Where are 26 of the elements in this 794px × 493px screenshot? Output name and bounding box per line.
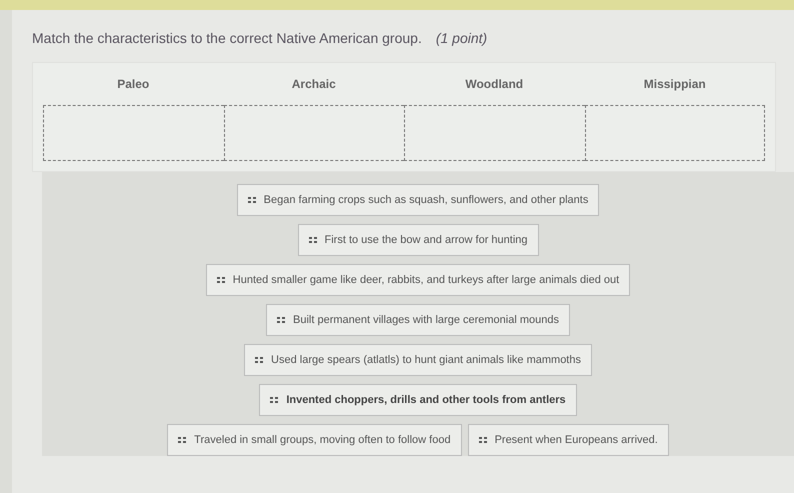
drag-handle-icon — [270, 397, 278, 403]
drag-handle-icon — [178, 437, 186, 443]
drop-zone[interactable] — [224, 105, 404, 161]
drag-handle-icon — [216, 277, 225, 283]
draggable-card[interactable]: Invented choppers, drills and other tools from antlers — [259, 384, 577, 416]
drop-zone[interactable] — [584, 105, 765, 161]
group-heading: Archaic — [290, 77, 337, 91]
drag-handle-icon — [255, 357, 264, 363]
question-text: Match the characteristics to the correct Native American group. — [32, 30, 422, 46]
draggable-card[interactable]: First to use the bow and arrow for hunting — [298, 224, 538, 256]
group-heading: Paleo — [116, 77, 150, 91]
group-heading: Missippian — [642, 77, 707, 91]
draggable-card[interactable]: Used large spears (atlatls) to hunt giant animals like mammoths — [244, 344, 592, 376]
drag-handle-icon — [248, 197, 256, 203]
draggable-card[interactable]: Built permanent villages with large ceremonial mounds — [266, 304, 570, 336]
drop-zone[interactable] — [404, 105, 584, 161]
points-label: (1 point) — [436, 30, 488, 46]
drag-handle-icon — [308, 237, 316, 243]
draggable-card[interactable]: Hunted smaller game like deer, rabbits, and turkeys after large animals died out — [206, 264, 630, 296]
draggable-card[interactable]: Began farming crops such as squash, sunflowers, and other plants — [236, 184, 600, 216]
draggable-card[interactable]: Traveled in small groups, moving often to follow food — [167, 424, 462, 456]
drop-zone[interactable] — [43, 105, 224, 161]
draggable-card[interactable]: Present when Europeans arrived. — [468, 424, 669, 456]
drag-handle-icon — [478, 437, 487, 443]
group-heading: Woodland — [464, 77, 524, 91]
drag-handle-icon — [277, 317, 286, 323]
